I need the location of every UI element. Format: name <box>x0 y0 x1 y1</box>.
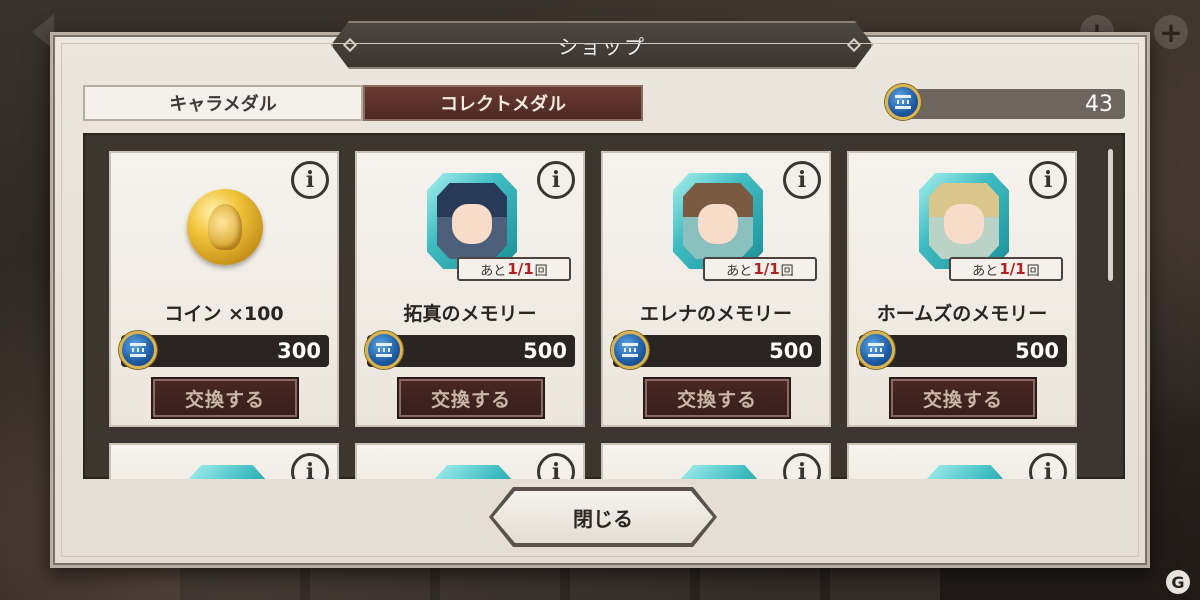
info-icon[interactable]: i <box>1029 161 1067 199</box>
collect-medal-icon <box>857 331 895 369</box>
item-price: 500 <box>769 339 813 363</box>
info-icon[interactable]: i <box>1029 453 1067 479</box>
shop-item-card: i あと 1/1 回 ホームズのメモリー 500 交換する <box>847 151 1077 427</box>
item-name: コイン ×100 <box>164 303 284 325</box>
background-bottom-nav <box>180 566 940 600</box>
character-portrait-takuma <box>427 173 517 269</box>
character-portrait-elena <box>673 173 763 269</box>
info-icon[interactable]: i <box>291 453 329 479</box>
diamond-ornament-icon <box>343 38 357 52</box>
exchange-button[interactable]: 交換する <box>153 379 297 417</box>
price-bar: 500 <box>611 331 821 369</box>
shop-item-card: i コイン ×100 300 交換する <box>109 151 339 427</box>
shop-item-card: i <box>601 443 831 479</box>
scrollbar[interactable] <box>1108 149 1113 281</box>
shop-item-card: i <box>847 443 1077 479</box>
exchange-button[interactable]: 交換する <box>891 379 1035 417</box>
price-bar: 500 <box>857 331 1067 369</box>
purchase-limit-badge: あと 1/1 回 <box>949 257 1063 281</box>
info-icon[interactable]: i <box>537 453 575 479</box>
tab-chara-medal[interactable]: キャラメダル <box>83 85 363 121</box>
shop-dialog: ショップ キャラメダル コレクトメダル 43 i コイン ×100 300 交換… <box>50 32 1150 568</box>
info-icon[interactable]: i <box>537 161 575 199</box>
price-bar: 500 <box>365 331 575 369</box>
tab-collect-medal[interactable]: コレクトメダル <box>363 85 643 121</box>
exchange-button[interactable]: 交換する <box>645 379 789 417</box>
limit-value: 1/1 <box>753 260 780 278</box>
close-button[interactable]: 閉じる <box>493 491 713 543</box>
medal-tabs: キャラメダル コレクトメダル <box>83 85 643 121</box>
info-icon[interactable]: i <box>291 161 329 199</box>
balance-value: 43 <box>1085 91 1113 117</box>
item-price: 500 <box>1015 339 1059 363</box>
item-name: エレナのメモリー <box>639 303 792 325</box>
item-name: ホームズのメモリー <box>876 303 1048 325</box>
limit-prefix: あと <box>726 263 753 279</box>
diamond-ornament-icon <box>847 38 861 52</box>
shop-item-card: i <box>109 443 339 479</box>
price-bar: 300 <box>119 331 329 369</box>
collect-medal-icon <box>611 331 649 369</box>
limit-suffix: 回 <box>534 263 548 279</box>
item-grid[interactable]: i コイン ×100 300 交換する i あと 1/1 回 拓真のメモリー 5… <box>83 133 1125 479</box>
limit-prefix: あと <box>480 263 507 279</box>
dialog-title: ショップ <box>558 34 646 59</box>
collect-medal-icon <box>119 331 157 369</box>
limit-value: 1/1 <box>507 260 534 278</box>
purchase-limit-badge: あと 1/1 回 <box>457 257 571 281</box>
limit-suffix: 回 <box>1026 263 1040 279</box>
item-image <box>433 465 513 479</box>
item-price: 300 <box>277 339 321 363</box>
limit-prefix: あと <box>972 263 999 279</box>
character-portrait-holmes <box>919 173 1009 269</box>
collect-medal-icon <box>885 84 921 120</box>
add-icon: + <box>1154 15 1188 49</box>
item-name: 拓真のメモリー <box>403 303 537 325</box>
close-button-label: 閉じる <box>573 506 633 531</box>
collect-medal-icon <box>365 331 403 369</box>
item-image <box>925 465 1005 479</box>
info-icon[interactable]: i <box>783 453 821 479</box>
item-price: 500 <box>523 339 567 363</box>
shop-item-card: i あと 1/1 回 エレナのメモリー 500 交換する <box>601 151 831 427</box>
limit-value: 1/1 <box>999 260 1026 278</box>
watermark-logo: G <box>1166 570 1190 594</box>
item-image <box>187 465 267 479</box>
gold-coin-icon <box>187 189 263 265</box>
purchase-limit-badge: あと 1/1 回 <box>703 257 817 281</box>
limit-suffix: 回 <box>780 263 794 279</box>
title-plate: ショップ <box>331 21 873 69</box>
shop-item-card: i あと 1/1 回 拓真のメモリー 500 交換する <box>355 151 585 427</box>
shop-item-card: i <box>355 443 585 479</box>
collect-medal-balance: 43 <box>885 84 1125 120</box>
exchange-button[interactable]: 交換する <box>399 379 543 417</box>
info-icon[interactable]: i <box>783 161 821 199</box>
item-image <box>679 465 759 479</box>
